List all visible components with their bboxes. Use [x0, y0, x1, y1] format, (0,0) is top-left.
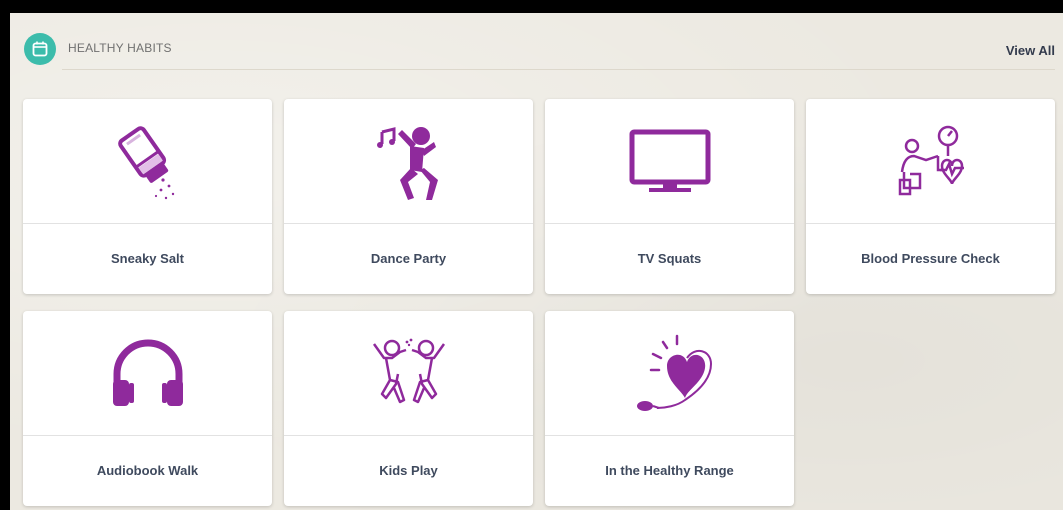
heart-gauge-icon — [636, 334, 712, 411]
calendar-icon — [24, 33, 56, 65]
section-title: HEALTHY HABITS — [68, 41, 172, 55]
tv-icon — [629, 129, 710, 192]
habit-card-blood-pressure-check[interactable]: Blood Pressure Check — [806, 99, 1055, 294]
habit-card-dance-party[interactable]: Dance Party — [284, 99, 533, 294]
blood-pressure-icon — [898, 125, 964, 196]
view-all-link[interactable]: View All — [1006, 43, 1055, 58]
card-label: TV Squats — [637, 251, 702, 266]
card-label: Audiobook Walk — [96, 463, 199, 478]
dancer-icon — [376, 127, 438, 200]
panel-header: HEALTHY HABITS View All — [10, 13, 1063, 83]
healthy-habits-panel: HEALTHY HABITS View All Sneaky Salt Danc… — [10, 13, 1063, 510]
habit-card-sneaky-salt[interactable]: Sneaky Salt — [23, 99, 272, 294]
card-label: In the Healthy Range — [605, 463, 734, 478]
card-label: Sneaky Salt — [111, 251, 184, 266]
card-label: Dance Party — [370, 251, 447, 266]
header-divider — [62, 69, 1055, 70]
card-label: Kids Play — [379, 463, 438, 478]
kids-playing-icon — [372, 338, 445, 404]
headphones-icon — [112, 339, 183, 406]
habit-card-audiobook-walk[interactable]: Audiobook Walk — [23, 311, 272, 506]
card-label: Blood Pressure Check — [861, 251, 1000, 266]
habit-card-kids-play[interactable]: Kids Play — [284, 311, 533, 506]
salt-shaker-icon — [117, 126, 174, 200]
habit-card-tv-squats[interactable]: TV Squats — [545, 99, 794, 294]
habit-card-in-the-healthy-range[interactable]: In the Healthy Range — [545, 311, 794, 506]
